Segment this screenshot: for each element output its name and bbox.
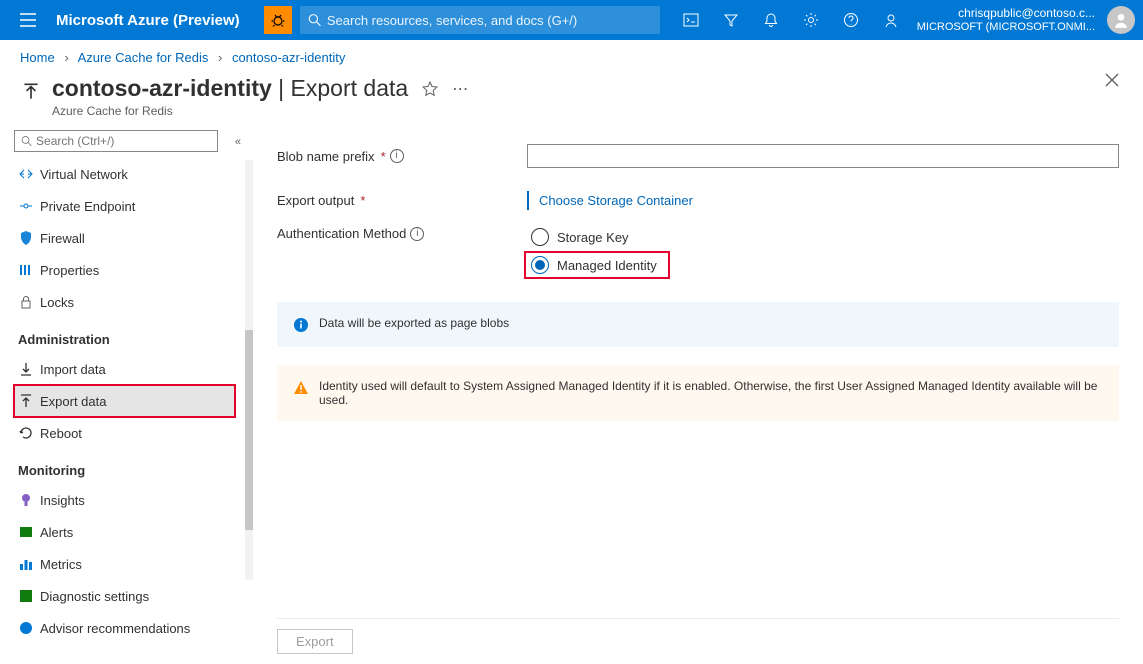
export-up-icon [20, 81, 42, 103]
info-notice-text: Data will be exported as page blobs [319, 316, 509, 330]
hamburger-menu-button[interactable] [8, 13, 48, 27]
info-notice: Data will be exported as page blobs [277, 302, 1119, 347]
vnet-icon [18, 166, 34, 182]
sidebar-item-reboot[interactable]: Reboot [14, 417, 235, 449]
alerts-icon [18, 524, 34, 540]
brand-label: Microsoft Azure (Preview) [56, 12, 240, 29]
azure-topbar: Microsoft Azure (Preview) chrisqpublic@c… [0, 0, 1143, 40]
info-icon [293, 317, 309, 333]
blade-header: contoso-azr-identity | Export data Azure… [0, 67, 1143, 130]
breadcrumb-parent[interactable]: Azure Cache for Redis [78, 50, 209, 65]
global-search[interactable] [300, 6, 660, 34]
bug-icon [270, 12, 286, 28]
properties-icon [18, 262, 34, 278]
account-email: chrisqpublic@contoso.c... [958, 6, 1095, 20]
info-icon[interactable]: i [410, 227, 424, 241]
warning-icon [293, 380, 309, 396]
cloud-shell-button[interactable] [671, 0, 711, 40]
choose-container-button[interactable]: Choose Storage Container [527, 191, 703, 210]
section-admin: Administration [18, 332, 247, 347]
menu-search[interactable] [14, 130, 218, 152]
collapse-menu-button[interactable]: « [235, 136, 241, 148]
export-button[interactable]: Export [277, 629, 353, 654]
sidebar-item-properties[interactable]: Properties [14, 254, 235, 286]
breadcrumb: Home › Azure Cache for Redis › contoso-a… [0, 40, 1143, 67]
sidebar-item-advisor[interactable]: Advisor recommendations [14, 612, 235, 644]
insights-icon [18, 492, 34, 508]
sidebar-item-locks[interactable]: Locks [14, 286, 235, 318]
search-icon [21, 135, 32, 147]
help-button[interactable] [831, 0, 871, 40]
search-icon [308, 13, 321, 27]
endpoint-icon [18, 198, 34, 214]
filter-icon [723, 12, 739, 28]
lock-icon [18, 294, 34, 310]
breadcrumb-home[interactable]: Home [20, 50, 55, 65]
sidebar-item-export-data[interactable]: Export data [14, 385, 235, 417]
sidebar-item-metrics[interactable]: Metrics [14, 548, 235, 580]
page-subtitle: Azure Cache for Redis [52, 104, 408, 118]
breadcrumb-current[interactable]: contoso-azr-identity [232, 50, 345, 65]
settings-button[interactable] [791, 0, 831, 40]
import-icon [18, 361, 34, 377]
gear-icon [803, 12, 819, 28]
footer: Export [277, 618, 1119, 664]
preview-toggle-button[interactable] [264, 6, 292, 34]
sidebar-item-virtual-network[interactable]: Virtual Network [14, 158, 235, 190]
star-icon [422, 81, 438, 97]
blob-prefix-label: Blob name prefix* i [277, 149, 527, 164]
sidebar-item-diagnostic-settings[interactable]: Diagnostic settings [14, 580, 235, 612]
close-button[interactable] [1105, 73, 1119, 87]
sidebar-item-firewall[interactable]: Firewall [14, 222, 235, 254]
blob-prefix-input[interactable] [527, 144, 1119, 168]
advisor-icon [18, 620, 34, 636]
sidebar-item-insights[interactable]: Insights [14, 484, 235, 516]
export-output-label: Export output* [277, 193, 527, 208]
sidebar-item-private-endpoint[interactable]: Private Endpoint [14, 190, 235, 222]
bell-icon [763, 12, 779, 28]
resource-menu: « Virtual Network Private Endpoint Firew… [0, 130, 247, 664]
radio-storage-key[interactable]: Storage Key [527, 226, 1119, 248]
notifications-button[interactable] [751, 0, 791, 40]
feedback-button[interactable] [871, 0, 911, 40]
warning-notice: Identity used will default to System Ass… [277, 365, 1119, 421]
page-title: contoso-azr-identity | Export data [52, 75, 408, 102]
export-icon [18, 393, 34, 409]
radio-managed-identity[interactable]: Managed Identity [527, 254, 667, 276]
avatar[interactable] [1107, 6, 1135, 34]
person-icon [1112, 11, 1130, 29]
filter-button[interactable] [711, 0, 751, 40]
close-icon [1105, 73, 1119, 87]
more-button[interactable]: ⋯ [452, 79, 468, 99]
global-search-input[interactable] [327, 13, 652, 28]
menu-search-input[interactable] [36, 134, 211, 148]
sidebar-item-alerts[interactable]: Alerts [14, 516, 235, 548]
main-pane: Blob name prefix* i Export output* Choos… [247, 130, 1143, 664]
sidebar-item-import-data[interactable]: Import data [14, 353, 235, 385]
section-monitoring: Monitoring [18, 463, 247, 478]
feedback-icon [883, 12, 899, 28]
account-directory: MICROSOFT (MICROSOFT.ONMI... [917, 21, 1095, 34]
info-icon[interactable]: i [390, 149, 404, 163]
metrics-icon [18, 556, 34, 572]
pin-button[interactable] [422, 81, 438, 97]
account-info[interactable]: chrisqpublic@contoso.c... MICROSOFT (MIC… [911, 6, 1101, 34]
cloud-shell-icon [683, 12, 699, 28]
help-icon [843, 12, 859, 28]
warning-notice-text: Identity used will default to System Ass… [319, 379, 1103, 407]
auth-method-label: Authentication Method i [277, 226, 527, 241]
diagnostic-icon [18, 588, 34, 604]
reboot-icon [18, 425, 34, 441]
shield-icon [18, 230, 34, 246]
